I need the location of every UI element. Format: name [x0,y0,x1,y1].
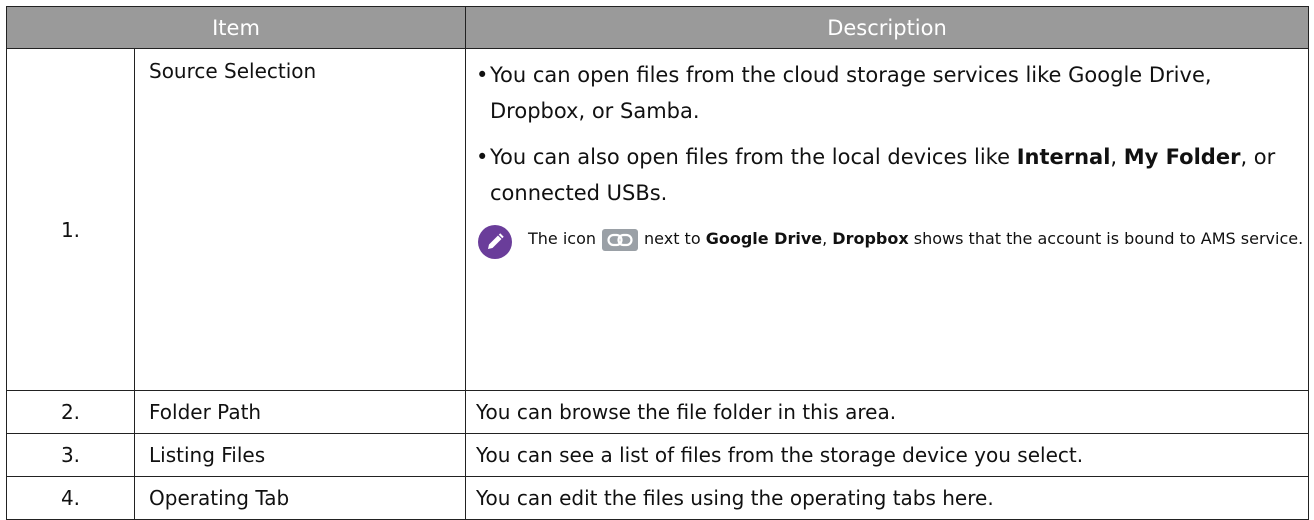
table-row: 3. Listing Files You can see a list of f… [6,433,1309,477]
description-bullet: • You can also open files from the local… [476,139,1308,211]
row-description: • You can open files from the cloud stor… [465,48,1309,391]
note-bold-dropbox: Dropbox [832,229,909,248]
row-number: 2. [6,390,135,434]
row-description: You can browse the file folder in this a… [465,390,1309,434]
note-bold-google-drive: Google Drive [705,229,823,248]
note-text-mid: next to [644,229,701,248]
note-box: The icon next to Google Drive, Dropbox sh… [476,223,1308,259]
bullet-bold-internal: Internal [1016,145,1111,169]
bullet-text-sep: , [1110,145,1124,169]
header-item: Item [6,6,466,49]
link-icon [602,228,639,251]
table-row: 1. Source Selection • You can open files… [6,48,1309,391]
description-bullet: • You can open files from the cloud stor… [476,57,1308,129]
row-description: You can edit the files using the operati… [465,476,1309,520]
row-description: You can see a list of files from the sto… [465,433,1309,477]
table-row: 2. Folder Path You can browse the file f… [6,390,1309,434]
note-text-sep: , [822,229,833,248]
pencil-icon [478,225,512,259]
row-item-name: Operating Tab [134,476,466,520]
header-description: Description [465,6,1309,49]
feature-table: Item Description 1. Source Selection • Y… [6,6,1309,520]
bullet-bold-my-folder: My Folder [1123,145,1241,169]
note-text-post: shows that the account is bound to AMS s… [913,229,1304,248]
row-item-name: Source Selection [134,48,466,391]
note-text-pre: The icon [528,229,597,248]
bullet-dot: • [476,63,489,87]
bullet-text: You can open files from the cloud storag… [490,63,1212,123]
row-item-name: Listing Files [134,433,466,477]
row-number: 1. [6,48,135,391]
row-item-name: Folder Path [134,390,466,434]
table-row: 4. Operating Tab You can edit the files … [6,476,1309,520]
row-number: 3. [6,433,135,477]
bullet-dot: • [476,145,489,169]
row-number: 4. [6,476,135,520]
bullet-text-pre: You can also open files from the local d… [490,145,1017,169]
table-header-row: Item Description [6,6,1309,49]
